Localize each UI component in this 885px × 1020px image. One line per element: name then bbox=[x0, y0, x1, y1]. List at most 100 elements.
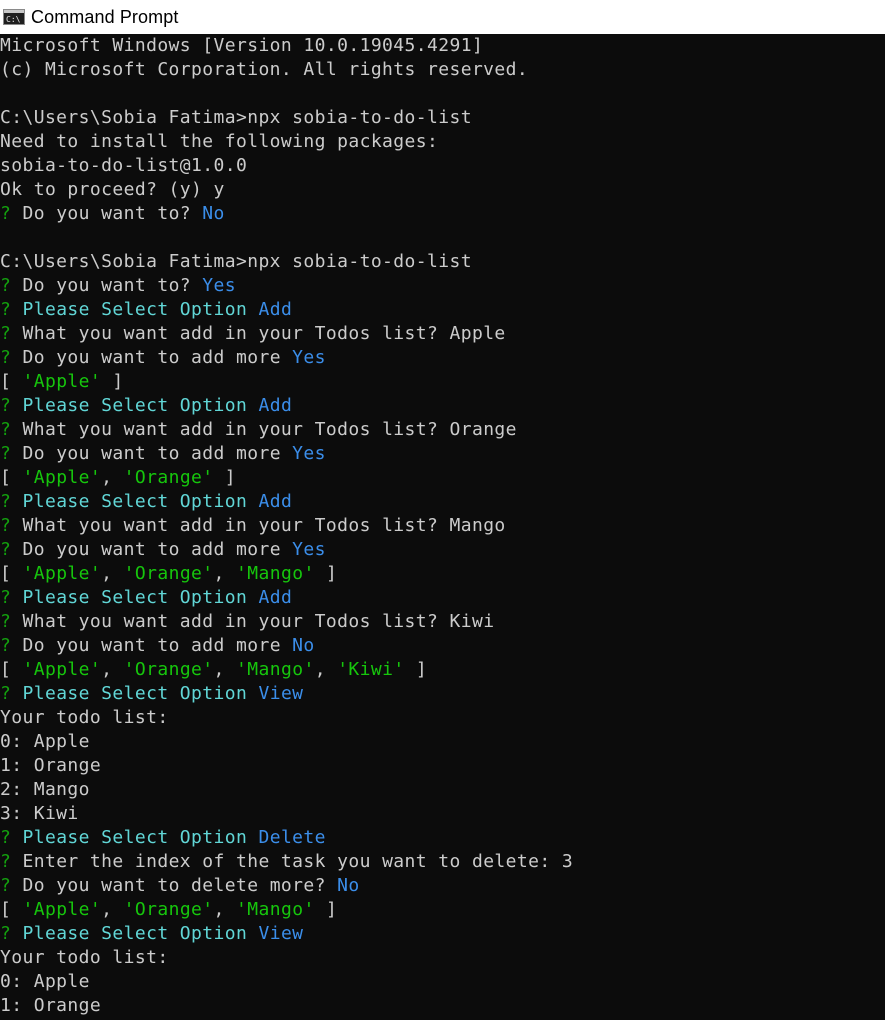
terminal-text: Please Select Option bbox=[22, 587, 259, 608]
terminal-line: ? Please Select Option Add bbox=[0, 394, 292, 418]
terminal-text: [ bbox=[0, 899, 23, 920]
terminal-text: C:\Users\Sobia Fatima>npx sobia-to-do-li… bbox=[0, 251, 472, 272]
terminal-line: ? Please Select Option View bbox=[0, 682, 303, 706]
prompt-marker: ? bbox=[0, 323, 23, 344]
terminal-line: ? Please Select Option Add bbox=[0, 490, 292, 514]
terminal-text: Please Select Option bbox=[22, 395, 259, 416]
terminal-line: ? What you want add in your Todos list? … bbox=[0, 514, 506, 538]
terminal-text: 3: Kiwi bbox=[0, 803, 79, 824]
terminal-text: No bbox=[337, 875, 360, 896]
terminal-text: No bbox=[202, 203, 225, 224]
terminal-output[interactable]: Microsoft Windows [Version 10.0.19045.42… bbox=[0, 34, 885, 1020]
terminal-text: , bbox=[213, 899, 237, 920]
terminal-text: Do you want to add more bbox=[22, 347, 293, 368]
terminal-line: 0: Apple bbox=[0, 970, 90, 994]
terminal-text: , bbox=[101, 659, 124, 680]
terminal-line: ? Enter the index of the task you want t… bbox=[0, 850, 573, 874]
prompt-marker: ? bbox=[0, 347, 23, 368]
terminal-text: Yes bbox=[202, 275, 236, 296]
prompt-marker: ? bbox=[0, 299, 23, 320]
terminal-text: 2: Mango bbox=[0, 779, 90, 800]
terminal-line: C:\Users\Sobia Fatima>npx sobia-to-do-li… bbox=[0, 106, 472, 130]
svg-text:C:\: C:\ bbox=[6, 15, 21, 24]
prompt-marker: ? bbox=[0, 923, 23, 944]
terminal-text: ] bbox=[404, 659, 428, 680]
terminal-text: Microsoft Windows [Version 10.0.19045.42… bbox=[0, 35, 484, 56]
terminal-text: Yes bbox=[292, 347, 326, 368]
terminal-text: What you want add in your Todos list? Or… bbox=[22, 419, 517, 440]
terminal-text: 'Apple' bbox=[22, 563, 102, 584]
terminal-line: Your todo list: bbox=[0, 946, 169, 970]
terminal-text: C:\Users\Sobia Fatima>npx sobia-to-do-li… bbox=[0, 107, 472, 128]
terminal-text: Do you want to delete more? bbox=[22, 875, 338, 896]
terminal-line: C:\Users\Sobia Fatima>npx sobia-to-do-li… bbox=[0, 250, 472, 274]
title-bar[interactable]: C:\ Command Prompt bbox=[0, 0, 885, 34]
terminal-text: 'Mango' bbox=[236, 899, 315, 920]
terminal-text: 'Orange' bbox=[123, 467, 214, 488]
terminal-line: Your todo list: bbox=[0, 706, 169, 730]
terminal-line: ? Do you want to? No bbox=[0, 202, 225, 226]
prompt-marker: ? bbox=[0, 203, 23, 224]
prompt-marker: ? bbox=[0, 419, 23, 440]
terminal-text: Add bbox=[258, 299, 293, 320]
terminal-text: , bbox=[101, 563, 124, 584]
terminal-text: 'Orange' bbox=[123, 899, 214, 920]
terminal-text: 'Kiwi' bbox=[337, 659, 405, 680]
terminal-text: Your todo list: bbox=[0, 947, 169, 968]
terminal-text: Do you want to add more bbox=[22, 539, 293, 560]
terminal-text: 'Apple' bbox=[22, 899, 102, 920]
prompt-marker: ? bbox=[0, 275, 23, 296]
terminal-text: 'Apple' bbox=[22, 659, 102, 680]
terminal-text: Ok to proceed? (y) y bbox=[0, 179, 225, 200]
terminal-line: ? Do you want to? Yes bbox=[0, 274, 236, 298]
terminal-text: Need to install the following packages: bbox=[0, 131, 439, 152]
terminal-line: [ 'Apple', 'Orange', 'Mango', 'Kiwi' ] bbox=[0, 658, 427, 682]
terminal-line: ? What you want add in your Todos list? … bbox=[0, 610, 494, 634]
terminal-text: What you want add in your Todos list? Ma… bbox=[22, 515, 506, 536]
terminal-text: [ bbox=[0, 467, 23, 488]
terminal-text: Please Select Option bbox=[22, 299, 259, 320]
terminal-line: sobia-to-do-list@1.0.0 bbox=[0, 154, 247, 178]
terminal-text: 0: Apple bbox=[0, 731, 90, 752]
terminal-text: 'Apple' bbox=[22, 371, 102, 392]
terminal-text: [ bbox=[0, 371, 23, 392]
terminal-text: No bbox=[292, 635, 315, 656]
terminal-text: ] bbox=[213, 467, 237, 488]
terminal-text: What you want add in your Todos list? Ap… bbox=[22, 323, 506, 344]
terminal-text: 'Mango' bbox=[236, 563, 315, 584]
prompt-marker: ? bbox=[0, 875, 23, 896]
terminal-line: 2: Mango bbox=[0, 778, 90, 802]
terminal-line: Ok to proceed? (y) y bbox=[0, 178, 225, 202]
terminal-line: 1: Orange bbox=[0, 754, 101, 778]
terminal-line: [ 'Apple' ] bbox=[0, 370, 124, 394]
terminal-line: (c) Microsoft Corporation. All rights re… bbox=[0, 58, 528, 82]
terminal-text: Your todo list: bbox=[0, 707, 169, 728]
terminal-line: 3: Kiwi bbox=[0, 802, 79, 826]
terminal-line: ? Do you want to add more Yes bbox=[0, 538, 326, 562]
terminal-text: 1: Orange bbox=[0, 755, 102, 776]
terminal-text: Please Select Option bbox=[22, 923, 259, 944]
terminal-line: Need to install the following packages: bbox=[0, 130, 438, 154]
terminal-text: , bbox=[213, 563, 237, 584]
terminal-line: Microsoft Windows [Version 10.0.19045.42… bbox=[0, 34, 483, 58]
terminal-text: View bbox=[258, 923, 304, 944]
terminal-line: ? What you want add in your Todos list? … bbox=[0, 418, 517, 442]
terminal-text: What you want add in your Todos list? Ki… bbox=[22, 611, 495, 632]
terminal-text: 'Mango' bbox=[236, 659, 315, 680]
prompt-marker: ? bbox=[0, 683, 23, 704]
terminal-text: Please Select Option bbox=[22, 491, 259, 512]
terminal-text: Yes bbox=[292, 443, 326, 464]
terminal-text: (c) Microsoft Corporation. All rights re… bbox=[0, 59, 529, 80]
prompt-marker: ? bbox=[0, 515, 23, 536]
terminal-text: 1: Orange bbox=[0, 995, 102, 1016]
terminal-line: ? Please Select Option Add bbox=[0, 586, 292, 610]
terminal-text: ] bbox=[101, 371, 124, 392]
prompt-marker: ? bbox=[0, 635, 23, 656]
terminal-text: Do you want to? bbox=[22, 275, 203, 296]
terminal-text: Do you want to add more bbox=[22, 443, 293, 464]
terminal-text: [ bbox=[0, 659, 23, 680]
terminal-text: Add bbox=[258, 395, 293, 416]
terminal-line: ? Do you want to add more No bbox=[0, 634, 315, 658]
terminal-line: ? Do you want to add more Yes bbox=[0, 442, 326, 466]
prompt-marker: ? bbox=[0, 539, 23, 560]
